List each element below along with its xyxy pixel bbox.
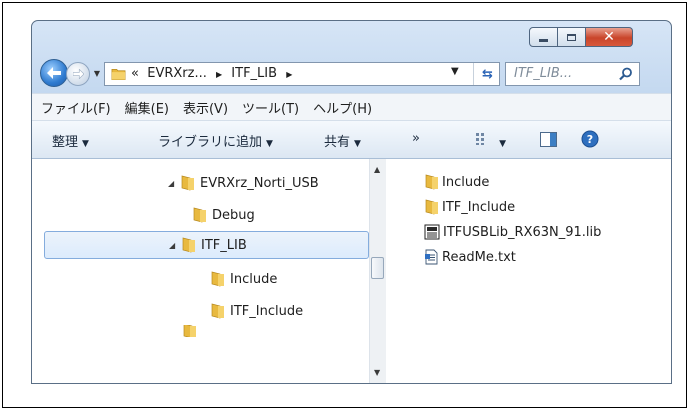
organize-button[interactable]: 整理 ▼ [52,131,89,150]
chevron-down-icon: ▼ [266,139,273,149]
list-item[interactable]: ITF_Include [424,196,515,218]
content-area: ◢ EVRXrz_Norti_USB Debug ◢ ITF_LIB Inclu… [32,159,671,383]
tree-item-label: ITF_Include [230,303,304,319]
navigation-row: ▼ « EVRXrz... ▶ ITF_LIB ▶ ▼ ⇆ ITF_LIB... [32,55,671,91]
breadcrumb-overflow[interactable]: « [131,66,139,81]
folder-icon [181,175,194,191]
forward-button[interactable] [66,62,90,86]
menu-bar: ファイル(F) 編集(E) 表示(V) ツール(T) ヘルプ(H) [32,93,671,121]
tree-item-evrxrz-norti-usb[interactable]: ◢ EVRXrz_Norti_USB [168,169,319,197]
breadcrumb-separator-icon[interactable]: ▶ [286,70,292,79]
svg-text:?: ? [587,133,593,146]
close-icon: ✕ [603,29,615,45]
list-item[interactable]: ITFUSBLib_RX63N_91.lib [424,221,601,243]
address-history-dropdown[interactable]: ▼ [451,66,459,77]
scrollbar-thumb[interactable] [371,257,384,279]
file-name: ITFUSBLib_RX63N_91.lib [443,224,602,240]
tree-item-label: Include [230,271,278,287]
menu-edit[interactable]: 編集(E) [118,98,176,117]
list-item[interactable]: Include [424,171,489,193]
share-label: 共有 [324,135,351,150]
folder-icon [425,174,438,190]
share-button[interactable]: 共有 ▼ [324,131,361,150]
more-commands-button[interactable]: » [412,131,420,146]
add-to-library-button[interactable]: ライブラリに追加 ▼ [158,131,273,150]
minimize-button[interactable] [529,27,558,47]
folder-icon [183,325,196,337]
help-icon: ? [581,130,599,148]
refresh-button[interactable]: ⇆ [473,63,501,85]
navigation-pane: ◢ EVRXrz_Norti_USB Debug ◢ ITF_LIB Inclu… [32,159,370,383]
breadcrumb-segment-1[interactable]: EVRXrz... [147,66,207,81]
tree-item-label: EVRXrz_Norti_USB [200,175,319,191]
add-to-library-label: ライブラリに追加 [158,135,263,150]
file-name: Include [442,174,490,190]
tree-item-itf-lib[interactable]: ◢ ITF_LIB [44,231,369,259]
expanded-triangle-icon[interactable]: ◢ [169,241,181,250]
minimize-icon [539,38,548,42]
file-name: ReadMe.txt [442,249,516,265]
preview-pane-button[interactable] [540,132,557,151]
organize-label: 整理 [52,135,79,150]
menu-view[interactable]: 表示(V) [176,98,235,117]
folder-icon [211,303,224,319]
file-name: ITF_Include [442,199,516,215]
tree-item-include[interactable]: Include [198,265,277,293]
folder-icon [182,237,195,253]
menu-tools[interactable]: ツール(T) [235,98,306,117]
command-bar: 整理 ▼ ライブラリに追加 ▼ 共有 ▼ » ▼ ? [32,121,671,159]
address-bar[interactable]: « EVRXrz... ▶ ITF_LIB ▶ ▼ ⇆ [104,62,500,86]
help-button[interactable]: ? [581,130,599,152]
preview-pane-icon [540,132,557,147]
back-arrow-icon [47,67,61,79]
tree-item-label: ITF_LIB [201,237,247,253]
chevron-down-icon: ▼ [499,139,507,149]
expanded-triangle-icon[interactable]: ◢ [168,179,180,188]
breadcrumb-separator-icon[interactable]: ▶ [216,70,222,79]
tree-item-itf-include[interactable]: ITF_Include [198,297,303,325]
maximize-icon [567,33,576,41]
list-item[interactable]: ReadMe.txt [424,246,516,268]
menu-file[interactable]: ファイル(F) [34,98,118,117]
breadcrumb: « EVRXrz... ▶ ITF_LIB ▶ [131,66,292,81]
recent-pages-dropdown[interactable]: ▼ [92,68,102,78]
chevron-down-icon: ▼ [82,139,89,149]
title-bar: ✕ [32,21,671,55]
menu-help[interactable]: ヘルプ(H) [306,98,379,117]
refresh-icon: ⇆ [482,66,493,82]
maximize-button[interactable] [558,27,586,47]
file-list: Include ITF_Include ITFUSBLib_RX63N_91.l… [388,159,671,383]
view-grid-icon [476,133,484,145]
view-options-button[interactable]: ▼ [475,132,506,150]
close-button[interactable]: ✕ [586,27,633,47]
folder-icon [211,271,224,287]
scroll-up-icon[interactable]: ▲ [374,165,380,174]
chevron-down-icon: ▼ [354,139,361,149]
search-box[interactable]: ITF_LIB... [505,62,640,86]
back-button[interactable] [40,59,68,87]
forward-arrow-icon [72,69,84,79]
library-file-icon [424,224,440,240]
tree-item-debug[interactable]: Debug [180,201,255,229]
text-file-icon [425,249,438,265]
folder-icon [425,199,438,215]
search-input[interactable]: ITF_LIB... [514,66,572,81]
folder-icon [111,68,126,80]
tree-item-partial[interactable] [182,325,202,337]
folder-icon [193,207,206,223]
chevron-down-icon: ▼ [93,68,101,78]
scroll-down-icon[interactable]: ▼ [374,368,380,377]
tree-item-label: Debug [212,207,255,223]
navigation-pane-scrollbar[interactable]: ▲ ▼ [369,159,386,383]
search-icon [619,67,632,81]
explorer-window: ✕ ▼ « EVRXrz... ▶ ITF_LIB ▶ ▼ ⇆ ITF_LIB.… [31,20,672,384]
breadcrumb-segment-2[interactable]: ITF_LIB [231,66,277,81]
